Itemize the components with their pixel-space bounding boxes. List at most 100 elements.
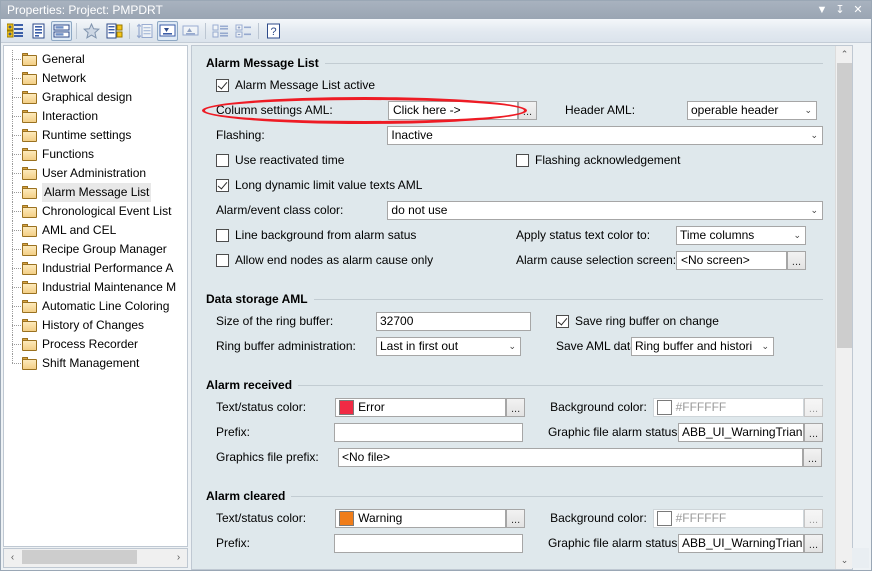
sidebar-item-alarm-message-list[interactable]: Alarm Message List [4, 183, 187, 202]
sidebar-item-automatic-line-coloring[interactable]: Automatic Line Coloring [4, 297, 187, 316]
flashing-combo[interactable]: Inactive ⌄ [387, 125, 823, 145]
text-status-color-browse-button[interactable]: ... [506, 397, 526, 417]
background-color-browse-button[interactable]: ... [804, 397, 823, 417]
favorites-button[interactable] [81, 21, 102, 41]
sidebar-item-label: AML and CEL [42, 223, 117, 237]
save-aml-data-combo[interactable]: Ring buffer and histori ⌄ [631, 336, 774, 356]
properties-button[interactable] [28, 21, 49, 41]
column-settings-aml-browse-button[interactable]: ... [518, 100, 537, 120]
column-settings-aml-value: Click here -> [393, 102, 461, 117]
tree-guide-branch [12, 287, 21, 288]
ring-buffer-size-input[interactable]: 32700 [376, 311, 531, 331]
expand-collapse-button[interactable] [233, 21, 254, 41]
sidebar-item-general[interactable]: General [4, 50, 187, 69]
graphic-file-alarm-status-input[interactable]: ABB_UI_WarningTriangle_ [677, 422, 804, 442]
sidebar-item-interaction[interactable]: Interaction [4, 107, 187, 126]
sidebar-item-process-recorder[interactable]: Process Recorder [4, 335, 187, 354]
sort-by-height-button[interactable] [134, 21, 155, 41]
horizontal-scroll-thumb[interactable] [22, 550, 137, 564]
align-top-button[interactable] [180, 21, 201, 41]
save-aml-data-value: Ring buffer and histori [635, 338, 753, 353]
graphics-file-prefix-input[interactable]: <No file> [338, 447, 803, 467]
graphic-file-alarm-status-label: Graphic file alarm status: [547, 536, 681, 550]
sidebar-item-industrial-performance-a[interactable]: Industrial Performance A [4, 259, 187, 278]
ring-buffer-administration-label: Ring buffer administration: [216, 339, 356, 353]
sidebar-item-label: Process Recorder [42, 337, 139, 351]
prefix-input[interactable] [334, 533, 523, 553]
graphics-file-prefix-browse-button[interactable]: ... [803, 447, 822, 467]
flashing-acknowledgement-checkbox[interactable]: Flashing acknowledgement [516, 153, 680, 167]
tree-guide-branch [12, 192, 21, 193]
background-color-browse-button[interactable]: ... [804, 508, 823, 528]
graphic-file-alarm-status-browse-button[interactable]: ... [803, 422, 823, 442]
sidebar-item-recipe-group-manager[interactable]: Recipe Group Manager [4, 240, 187, 259]
header-aml-combo[interactable]: operable header ⌄ [687, 100, 817, 120]
apply-status-text-color-label: Apply status text color to: [516, 228, 651, 242]
ring-buffer-administration-value: Last in first out [380, 338, 459, 353]
text-status-color-field[interactable]: Error [335, 397, 507, 417]
line-background-checkbox[interactable]: Line background from alarm satus [216, 228, 516, 242]
scroll-down-arrow[interactable]: ⌄ [836, 552, 852, 569]
sidebar-item-chronological-event-list[interactable]: Chronological Event List [4, 202, 187, 221]
sidebar-item-industrial-maintenance-m[interactable]: Industrial Maintenance M [4, 278, 187, 297]
help-button[interactable]: ? [263, 21, 284, 41]
list-details-button[interactable] [104, 21, 125, 41]
alarm-event-class-color-combo[interactable]: do not use ⌄ [387, 200, 823, 220]
close-button[interactable]: ✕ [849, 2, 867, 18]
sidebar-item-graphical-design[interactable]: Graphical design [4, 88, 187, 107]
group-list-button[interactable] [210, 21, 231, 41]
menu-dropdown-button[interactable]: ▼ [813, 2, 831, 18]
split-view-button[interactable] [51, 20, 72, 41]
prefix-input[interactable] [334, 422, 523, 442]
tree-guide-branch [12, 249, 21, 250]
column-settings-aml-field[interactable]: Click here -> [388, 100, 518, 120]
tree-guide-branch [12, 135, 21, 136]
alarm-cause-selection-screen-field[interactable]: <No screen> [676, 250, 787, 270]
toolbar-separator [76, 22, 77, 39]
checkbox-label: Allow end nodes as alarm cause only [235, 253, 434, 267]
text-status-color-browse-button[interactable]: ... [506, 508, 526, 528]
use-reactivated-time-checkbox[interactable]: Use reactivated time [216, 153, 516, 167]
tree-horizontal-scrollbar[interactable]: ‹ › [3, 548, 188, 568]
sidebar-item-label: Industrial Performance A [42, 261, 174, 275]
sidebar-item-user-administration[interactable]: User Administration [4, 164, 187, 183]
tree-guide-branch [12, 325, 21, 326]
properties-window: Properties: Project: PMPDRT ▼ ↧ ✕ ? Gene… [0, 0, 872, 571]
text-status-color-field[interactable]: Warning [335, 508, 507, 528]
pin-button[interactable]: ↧ [831, 2, 849, 18]
sidebar-item-label: Shift Management [42, 356, 140, 370]
align-bottom-button[interactable] [157, 20, 178, 41]
sidebar-item-aml-and-cel[interactable]: AML and CEL [4, 221, 187, 240]
tree-guide-branch [12, 97, 21, 98]
sidebar-item-runtime-settings[interactable]: Runtime settings [4, 126, 187, 145]
vertical-scroll-thumb[interactable] [837, 63, 852, 348]
alarm-cause-selection-screen-browse-button[interactable]: ... [787, 250, 806, 270]
sidebar-item-network[interactable]: Network [4, 69, 187, 88]
sidebar-item-functions[interactable]: Functions [4, 145, 187, 164]
ring-buffer-administration-combo[interactable]: Last in first out ⌄ [376, 336, 521, 356]
tree-guide-branch [12, 230, 21, 231]
background-color-field[interactable]: #FFFFFF [652, 508, 804, 528]
group-title: Alarm received [206, 378, 299, 392]
new-object-button[interactable] [5, 21, 26, 41]
sidebar-item-history-of-changes[interactable]: History of Changes [4, 316, 187, 335]
background-color-field[interactable]: #FFFFFF [652, 397, 804, 417]
scroll-left-arrow[interactable]: ‹ [4, 549, 21, 565]
background-color-value: #FFFFFF [675, 510, 727, 525]
scroll-right-arrow[interactable]: › [170, 549, 187, 565]
sidebar-item-shift-management[interactable]: Shift Management [4, 354, 187, 373]
allow-end-nodes-checkbox[interactable]: Allow end nodes as alarm cause only [216, 253, 516, 267]
content-vertical-scrollbar[interactable]: ⌃ ⌄ [835, 46, 852, 569]
sidebar-item-label: Automatic Line Coloring [42, 299, 170, 313]
settings-tree[interactable]: General Network Graphical design Interactio… [3, 45, 188, 547]
scroll-up-arrow[interactable]: ⌃ [836, 46, 852, 63]
save-ring-buffer-on-change-checkbox[interactable]: Save ring buffer on change [531, 314, 719, 328]
long-dynamic-limit-checkbox[interactable]: Long dynamic limit value texts AML [216, 178, 422, 192]
graphic-file-alarm-status-input[interactable]: ABB_UI_WarningTriangle_ [677, 533, 804, 553]
group-alarm-cleared: Alarm cleared Text/status color: Warning… [206, 489, 823, 565]
graphics-file-prefix-label: Graphics file prefix: [216, 450, 319, 464]
graphic-file-alarm-status-browse-button[interactable]: ... [803, 533, 823, 553]
alarm-message-list-active-checkbox[interactable]: Alarm Message List active [216, 78, 375, 92]
tree-guide-branch [12, 211, 21, 212]
apply-status-text-color-combo[interactable]: Time columns ⌄ [676, 225, 806, 245]
